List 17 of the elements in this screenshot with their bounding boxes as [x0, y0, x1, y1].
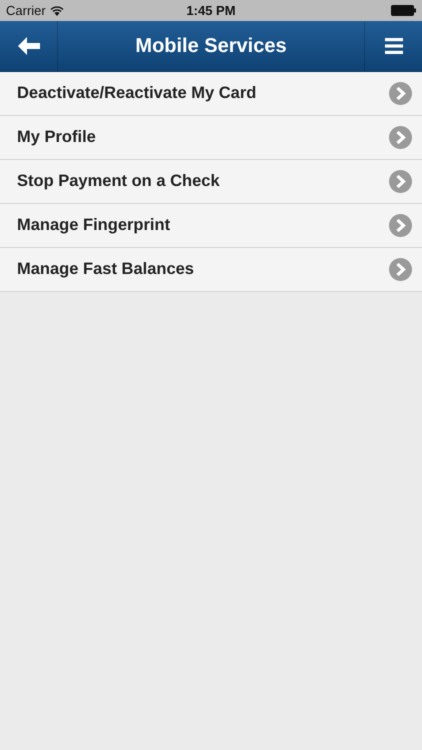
status-time: 1:45 PM — [186, 3, 236, 18]
back-arrow-icon — [18, 37, 40, 55]
menu-item[interactable]: Manage Fingerprint — [0, 204, 422, 248]
chevron-icon — [389, 126, 412, 149]
menu-item[interactable]: Stop Payment on a Check — [0, 160, 422, 204]
chevron-icon — [389, 214, 412, 237]
battery-icon — [391, 5, 416, 16]
menu-item[interactable]: Deactivate/Reactivate My Card — [0, 72, 422, 116]
menu-icon — [384, 38, 402, 54]
menu-item[interactable]: Manage Fast Balances — [0, 248, 422, 292]
chevron-icon — [389, 82, 412, 105]
screen-title: Mobile Services — [135, 34, 287, 58]
chevron-icon — [389, 170, 412, 193]
carrier-name: Carrier — [6, 3, 46, 18]
wifi-icon — [50, 5, 64, 16]
menu-item[interactable]: My Profile — [0, 116, 422, 160]
chevron-icon — [389, 258, 412, 281]
